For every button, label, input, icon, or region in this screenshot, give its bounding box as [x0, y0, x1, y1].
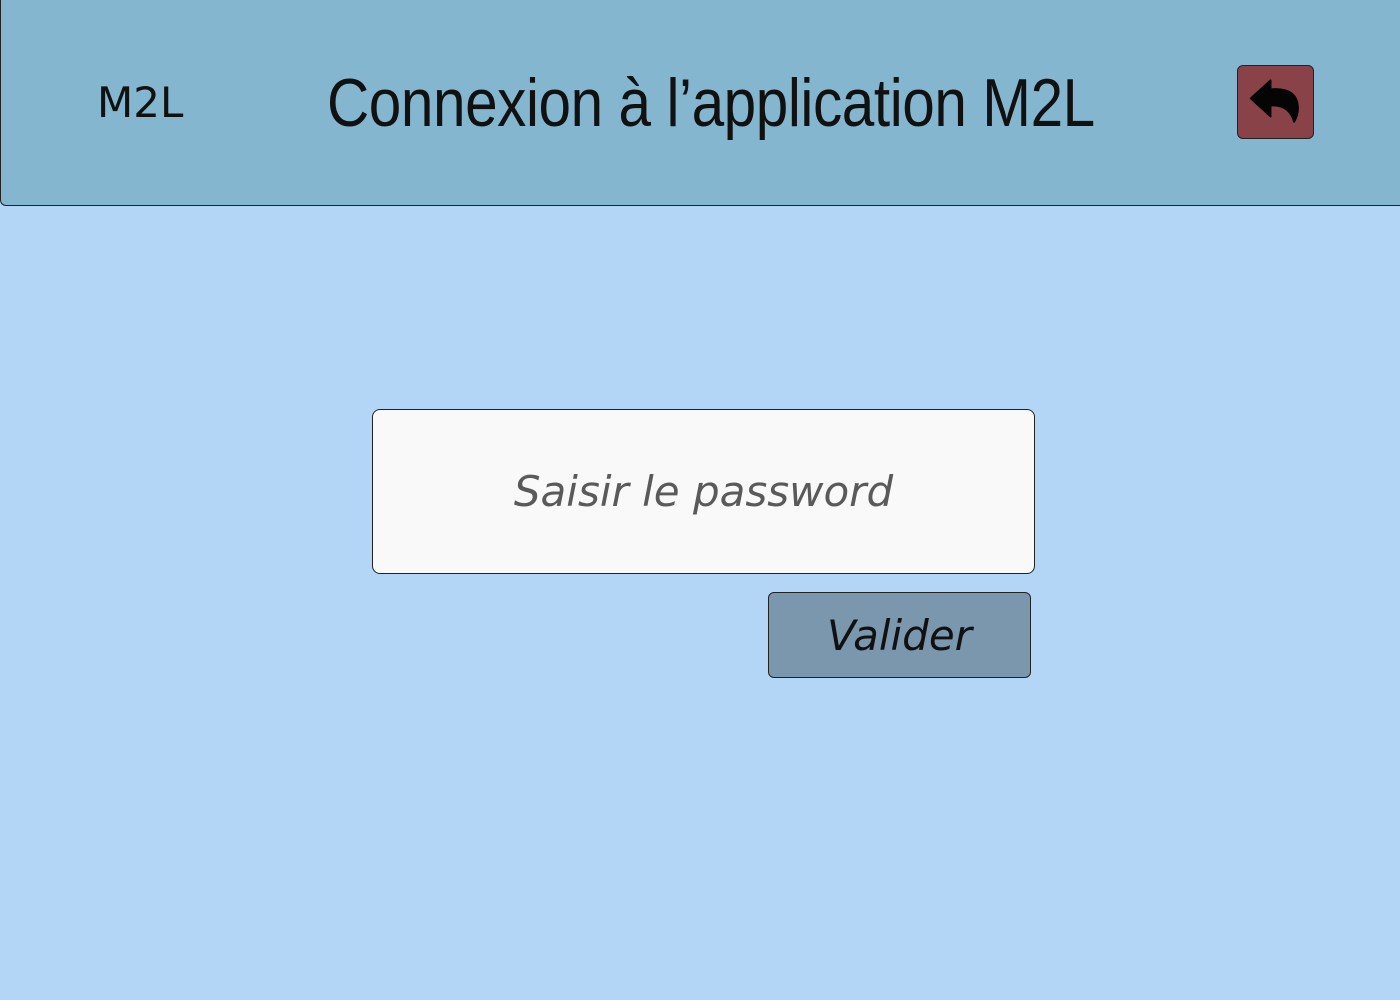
validate-button[interactable]: Valider [768, 592, 1031, 678]
page-title: Connexion à l’application M2L [327, 65, 1095, 141]
back-button[interactable] [1237, 65, 1314, 139]
login-page: M2L Connexion à l’application M2L Valide… [0, 0, 1400, 1000]
undo-arrow-icon [1249, 79, 1299, 123]
password-input[interactable] [372, 409, 1035, 574]
brand-label: M2L [97, 78, 184, 127]
app-header: M2L Connexion à l’application M2L [0, 0, 1400, 206]
